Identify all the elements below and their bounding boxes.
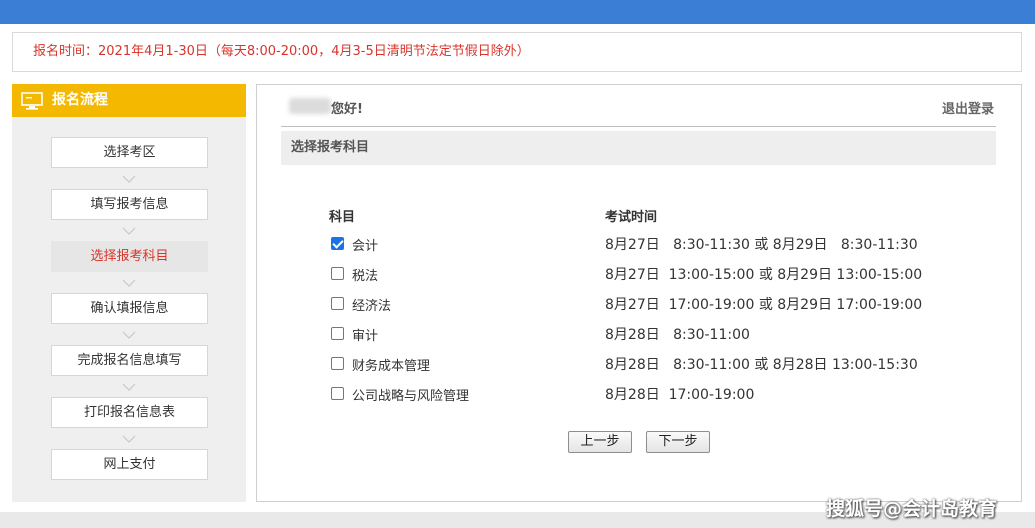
subject-exam-time: 8月27日 13:00-15:00 或 8月29日 13:00-15:00 — [605, 267, 923, 283]
subject-checkbox[interactable] — [331, 387, 344, 400]
subject-name: 会计 — [352, 239, 379, 254]
chevron-down-icon — [122, 435, 136, 443]
subject-name: 财务成本管理 — [352, 359, 431, 374]
subject-exam-time: 8月27日 8:30-11:30 或 8月29日 8:30-11:30 — [605, 237, 918, 253]
subject-exam-time: 8月28日 8:30-11:00 — [605, 327, 750, 343]
chevron-down-icon — [122, 175, 136, 183]
logout-link[interactable]: 退出登录 — [942, 98, 994, 117]
subject-checkbox[interactable] — [331, 267, 344, 280]
subject-checkbox[interactable] — [331, 237, 344, 250]
step-confirm-info[interactable]: 确认填报信息 — [51, 293, 208, 324]
sidebar-title: 报名流程 — [52, 92, 108, 108]
blurred-username — [289, 98, 331, 114]
subject-exam-time: 8月28日 8:30-11:00 或 8月28日 13:00-15:30 — [605, 357, 918, 373]
subject-exam-time: 8月27日 17:00-19:00 或 8月29日 17:00-19:00 — [605, 297, 923, 313]
subject-name: 审计 — [352, 329, 379, 344]
step-select-subjects[interactable]: 选择报考科目 — [51, 241, 208, 272]
subject-row: 财务成本管理 8月28日 8:30-11:00 或 8月28日 13:00-15… — [331, 354, 931, 376]
chevron-down-icon — [122, 227, 136, 235]
step-select-region[interactable]: 选择考区 — [51, 137, 208, 168]
monitor-icon — [21, 92, 43, 110]
registration-notice: 报名时间：2021年4月1-30日（每天8:00-20:00，4月3-5日清明节… — [12, 32, 1022, 72]
column-header-subject: 科目 — [329, 210, 356, 225]
subject-row: 经济法 8月27日 17:00-19:00 或 8月29日 17:00-19:0… — [331, 294, 931, 316]
step-complete-registration[interactable]: 完成报名信息填写 — [51, 345, 208, 376]
step-fill-info[interactable]: 填写报考信息 — [51, 189, 208, 220]
top-bar — [0, 0, 1035, 24]
sidebar: 报名流程 选择考区 填写报考信息 选择报考科目 确认填报信息 完成报名信息填写 … — [12, 84, 246, 502]
subject-name: 经济法 — [352, 299, 392, 314]
subject-exam-time: 8月28日 17:00-19:00 — [605, 387, 755, 403]
prev-step-button[interactable]: 上一步 — [568, 431, 632, 453]
sidebar-header: 报名流程 — [12, 84, 246, 117]
chevron-down-icon — [122, 383, 136, 391]
subject-row: 审计 8月28日 8:30-11:00 — [331, 324, 931, 346]
subject-row: 会计 8月27日 8:30-11:30 或 8月29日 8:30-11:30 — [331, 234, 931, 256]
next-step-button[interactable]: 下一步 — [646, 431, 710, 453]
main-panel: 您好! 退出登录 选择报考科目 科目 考试时间 会计 8月27日 8:30-11… — [256, 84, 1022, 502]
watermark: 搜狐号@会计岛教育 — [826, 498, 998, 520]
subject-checkbox[interactable] — [331, 297, 344, 310]
greeting-row: 您好! 退出登录 — [281, 85, 996, 127]
step-print-form[interactable]: 打印报名信息表 — [51, 397, 208, 428]
subject-checkbox[interactable] — [331, 327, 344, 340]
subject-name: 税法 — [352, 269, 379, 284]
subject-row: 税法 8月27日 13:00-15:00 或 8月29日 13:00-15:00 — [331, 264, 931, 286]
subject-checkbox[interactable] — [331, 357, 344, 370]
chevron-down-icon — [122, 279, 136, 287]
step-online-payment[interactable]: 网上支付 — [51, 449, 208, 480]
chevron-down-icon — [122, 331, 136, 339]
section-title: 选择报考科目 — [281, 131, 996, 165]
subject-row: 公司战略与风险管理 8月28日 17:00-19:00 — [331, 384, 931, 406]
greeting-text: 您好! — [331, 102, 363, 117]
subject-name: 公司战略与风险管理 — [352, 389, 470, 404]
column-header-exam-time: 考试时间 — [605, 210, 658, 225]
